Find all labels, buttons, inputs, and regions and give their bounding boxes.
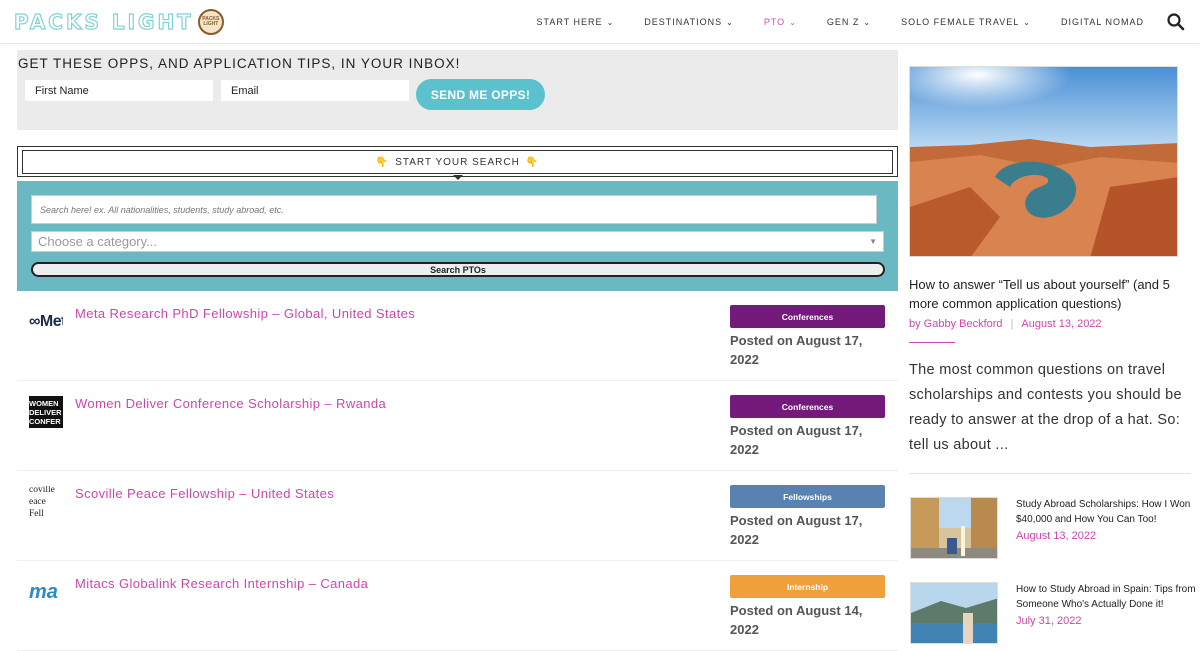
sidebar-post: How to Study Abroad in Spain: Tips from …	[909, 582, 1199, 644]
nav-item-start-here[interactable]: START HERE ⌄	[537, 17, 615, 27]
women-deliver-logo: WOMEN DELIVER CONFER	[29, 396, 63, 428]
newsletter-signup: GET THESE OPPS, AND APPLICATION TIPS, IN…	[17, 50, 898, 130]
category-select[interactable]: Choose a category... ▼	[31, 231, 884, 252]
category-badge[interactable]: Conferences	[730, 305, 885, 328]
pointing-down-icon: 👇	[375, 156, 390, 168]
list-item: coville eace Fell Scoville Peace Fellows…	[17, 471, 898, 561]
nav-item-solo-female-travel[interactable]: SOLO FEMALE TRAVEL ⌄	[901, 17, 1031, 27]
post-date: August 13, 2022	[1021, 318, 1102, 330]
main-nav: START HERE ⌄ DESTINATIONS ⌄ PTO ⌄ GEN Z ⌄ SO…	[507, 0, 1144, 44]
listing-title-link[interactable]: Scoville Peace Fellowship – United State…	[75, 486, 334, 501]
search-ptos-button[interactable]: Search PTOs	[31, 262, 885, 277]
category-badge[interactable]: Conferences	[730, 395, 885, 418]
pointing-down-icon: 👇	[525, 156, 540, 168]
posted-date: Posted on August 17, 2022	[730, 333, 863, 367]
posted-date: Posted on August 17, 2022	[730, 423, 863, 457]
nav-item-digital-nomad[interactable]: DIGITAL NOMAD	[1061, 17, 1144, 27]
send-me-opps-button[interactable]: SEND ME OPPS!	[416, 79, 545, 110]
chevron-down-icon: ⌄	[726, 17, 734, 27]
sidebar-post-title[interactable]: How to Study Abroad in Spain: Tips from …	[1016, 582, 1196, 612]
author-link[interactable]: by Gabby Beckford	[909, 318, 1003, 330]
category-badge[interactable]: Fellowships	[730, 485, 885, 508]
search-panel: Choose a category... ▼ Search PTOs	[17, 181, 898, 291]
mitacs-logo: ma	[29, 580, 58, 603]
first-name-field[interactable]	[25, 80, 213, 101]
featured-post-excerpt: The most common questions on travel scho…	[909, 362, 1182, 453]
list-item: ∞Met Meta Research PhD Fellowship – Glob…	[17, 291, 898, 381]
posted-date: Posted on August 14, 2022	[730, 603, 863, 637]
chevron-down-icon: ⌄	[1023, 17, 1031, 27]
category-badge[interactable]: Internship	[730, 575, 885, 598]
site-logo[interactable]: PACKS LIGHT PACKS LIGHT	[13, 9, 224, 35]
search-input[interactable]	[31, 195, 877, 224]
nav-item-gen-z[interactable]: GEN Z ⌄	[827, 17, 871, 27]
sidebar-post-date: July 31, 2022	[1016, 615, 1082, 627]
list-item: WOMEN DELIVER CONFER Women Deliver Confe…	[17, 381, 898, 471]
category-select-value: Choose a category...	[38, 234, 157, 249]
logo-text: PACKS LIGHT	[13, 9, 194, 34]
listing-title-link[interactable]: Women Deliver Conference Scholarship – R…	[75, 396, 386, 411]
email-field[interactable]	[221, 80, 409, 101]
dropdown-arrow-icon: ▼	[869, 237, 877, 246]
listing-title-link[interactable]: Meta Research PhD Fellowship – Global, U…	[75, 306, 415, 321]
nav-item-pto[interactable]: PTO ⌄	[764, 17, 797, 27]
featured-post-image[interactable]	[909, 66, 1178, 257]
search-section-header: 👇 START YOUR SEARCH 👇	[17, 146, 898, 177]
logo-badge-icon: PACKS LIGHT	[197, 9, 224, 35]
search-icon[interactable]	[1166, 12, 1186, 32]
site-header: PACKS LIGHT PACKS LIGHT START HERE ⌄ DESTI…	[0, 0, 1200, 44]
featured-post-meta: by Gabby Beckford | August 13, 2022	[909, 318, 1102, 330]
chevron-down-icon: ⌄	[789, 17, 797, 27]
list-item: ma Mitacs Globalink Research Internship …	[17, 561, 898, 651]
newsletter-title: GET THESE OPPS, AND APPLICATION TIPS, IN…	[18, 56, 461, 71]
divider	[909, 342, 955, 343]
posted-date: Posted on August 17, 2022	[730, 513, 863, 547]
sidebar-post: Study Abroad Scholarships: How I Won $40…	[909, 497, 1199, 559]
meta-logo: ∞Met	[29, 313, 63, 330]
sidebar-post-date: August 13, 2022	[1016, 530, 1097, 542]
search-header-label: START YOUR SEARCH	[395, 156, 520, 168]
divider	[909, 473, 1191, 474]
chevron-down-icon: ⌄	[606, 17, 615, 27]
scoville-logo: coville eace Fell	[29, 486, 55, 518]
chevron-down-icon: ⌄	[863, 17, 872, 27]
sidebar-post-title[interactable]: Study Abroad Scholarships: How I Won $40…	[1016, 497, 1196, 527]
nav-item-destinations[interactable]: DESTINATIONS ⌄	[644, 17, 734, 27]
featured-post-title[interactable]: How to answer “Tell us about yourself” (…	[909, 275, 1194, 313]
listing-title-link[interactable]: Mitacs Globalink Research Internship – C…	[75, 576, 368, 591]
post-thumbnail[interactable]	[910, 497, 998, 559]
post-thumbnail[interactable]	[910, 582, 998, 644]
caret-down-icon	[453, 175, 463, 180]
